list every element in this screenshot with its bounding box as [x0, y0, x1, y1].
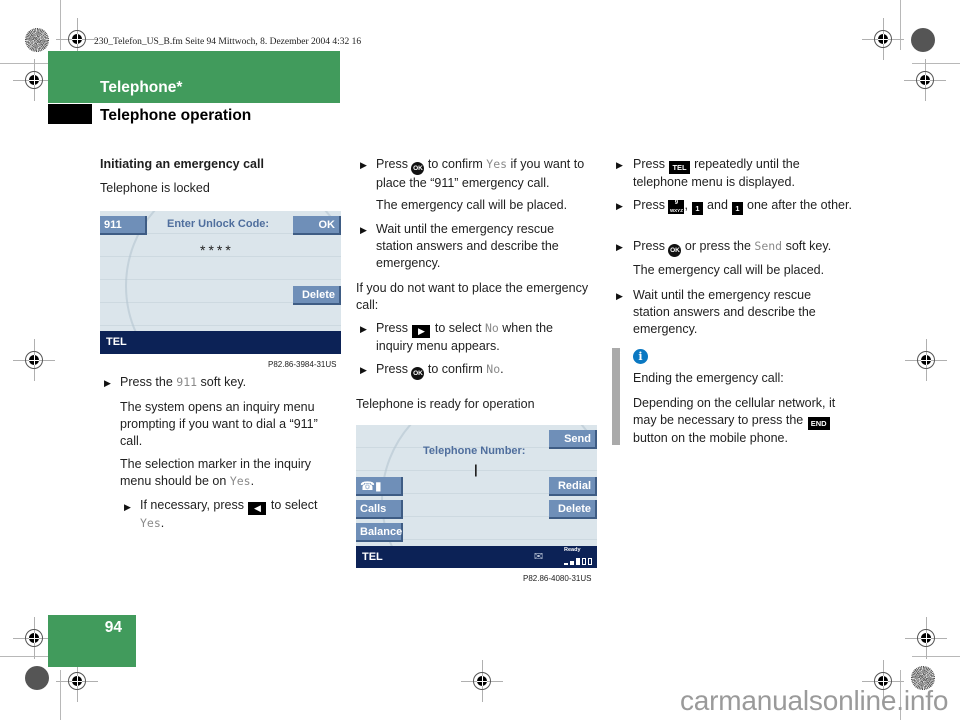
softkey-911[interactable]: 911: [100, 216, 147, 235]
registration-dot-icon: [25, 666, 49, 690]
softkey-redial[interactable]: Redial: [549, 477, 597, 496]
registration-mark-icon: [13, 59, 55, 101]
step-press-send: Press OK or press the Send soft key.: [633, 238, 858, 257]
registration-mark-icon: [905, 617, 947, 659]
registration-mark-icon: [56, 18, 98, 60]
bullet-icon: ▶: [360, 160, 367, 170]
key-1-icon: 1: [732, 202, 743, 215]
info-body: Depending on the cellular network, it ma…: [633, 396, 836, 445]
registration-mark-icon: [56, 660, 98, 702]
step-select-no: Press ▶ to select No when the inquiry me…: [376, 321, 554, 353]
number-input[interactable]: |: [474, 462, 478, 477]
watermark: carmanualsonline.info: [680, 685, 949, 716]
page-number: 94: [104, 619, 122, 636]
ok-button-icon: OK: [411, 162, 425, 175]
unlock-code-input[interactable]: ****: [200, 242, 234, 258]
end-key-icon: END: [807, 417, 830, 430]
signal-strength-icon: [564, 558, 594, 565]
section-marker: [48, 104, 92, 124]
ok-button-icon: OK: [668, 244, 682, 257]
telephone-number-screen: Send Telephone Number: | ☎▮ Redial Calls…: [356, 425, 597, 568]
bullet-icon: ▶: [616, 291, 623, 301]
tel-key-icon: TEL: [669, 161, 690, 174]
step-dial-911: Press 9 WXYZ, 1 and 1 one after the other…: [633, 198, 852, 215]
chapter-title: Telephone*: [100, 79, 183, 96]
figure-id: P82.86-4080-31US: [523, 574, 592, 583]
info-box-bar: [612, 348, 620, 445]
number-prompt: Telephone Number:: [423, 445, 526, 457]
softkey-ok[interactable]: OK: [293, 216, 341, 235]
phonebook-icon: ☎▮: [360, 479, 382, 493]
selection-marker-note: The selection marker in the inquiry menu…: [120, 457, 312, 488]
unlock-code-screen: 911 Enter Unlock Code: OK **** Delete TE…: [100, 211, 341, 354]
step-confirm-no: Press OK to confirm No.: [376, 361, 504, 380]
bullet-icon: ▶: [124, 502, 131, 512]
step-wait-rescue: Wait until the emergency rescue station …: [633, 288, 816, 336]
right-arrow-key-icon: ▶: [412, 325, 431, 338]
substep-select-yes: If necessary, press ◀ to select Yes.: [140, 498, 318, 530]
chapter-band: [48, 51, 340, 103]
call-placed-note: The emergency call will be placed.: [376, 198, 568, 212]
bullet-icon: ▶: [616, 201, 623, 211]
heading-emergency-call: Initiating an emergency call: [100, 157, 264, 171]
key-9-wxyz-icon: 9 WXYZ: [668, 200, 685, 214]
bullet-icon: ▶: [360, 225, 367, 235]
bullet-icon: ▶: [360, 365, 367, 375]
registration-mark-icon: [904, 59, 946, 101]
registration-star-icon: [25, 28, 49, 52]
subheading-ready: Telephone is ready for operation: [356, 397, 535, 411]
subheading-locked: Telephone is locked: [100, 181, 210, 195]
cancel-intro: If you do not want to place the emergenc…: [356, 281, 589, 312]
status-bar: TEL: [100, 331, 341, 354]
softkey-delete[interactable]: Delete: [293, 286, 341, 305]
bullet-icon: ▶: [104, 378, 111, 388]
print-metadata: 230_Telefon_US_B.fm Seite 94 Mittwoch, 8…: [94, 37, 362, 47]
softkey-delete[interactable]: Delete: [549, 500, 597, 519]
info-icon: i: [633, 349, 648, 364]
envelope-icon: ✉: [534, 551, 544, 563]
key-1-icon: 1: [692, 202, 703, 215]
status-bar: TEL ✉ Ready: [356, 546, 597, 568]
registration-mark-icon: [13, 339, 55, 381]
ok-button-icon: OK: [411, 367, 425, 380]
softkey-balance[interactable]: Balance: [356, 523, 403, 542]
step-press-911: Press the 911 soft key.: [120, 375, 247, 389]
left-arrow-key-icon: ◀: [248, 502, 267, 515]
step-wait-rescue: Wait until the emergency rescue station …: [376, 222, 559, 270]
bullet-icon: ▶: [616, 242, 623, 252]
softkey-send[interactable]: Send: [549, 430, 597, 449]
registration-mark-icon: [905, 339, 947, 381]
figure-id: P82.86-3984-31US: [268, 360, 337, 369]
softkey-calls[interactable]: Calls: [356, 500, 403, 519]
call-placed-note: The emergency call will be placed.: [633, 263, 825, 277]
info-title: Ending the emergency call:: [633, 371, 784, 385]
registration-mark-icon: [862, 18, 904, 60]
softkey-phonebook[interactable]: ☎▮: [356, 477, 403, 496]
bullet-icon: ▶: [616, 160, 623, 170]
registration-mark-icon: [13, 617, 55, 659]
section-title: Telephone operation: [100, 107, 252, 124]
step-press-tel: Press TEL repeatedly until the telephone…: [633, 157, 800, 189]
bullet-icon: ▶: [360, 324, 367, 334]
inquiry-description: The system opens an inquiry menu prompti…: [120, 400, 318, 448]
registration-mark-icon: [461, 660, 503, 702]
step-confirm-yes: Press OK to confirm Yes if you want to p…: [376, 157, 585, 190]
unlock-prompt: Enter Unlock Code:: [167, 218, 270, 230]
registration-dot-icon: [911, 28, 935, 52]
